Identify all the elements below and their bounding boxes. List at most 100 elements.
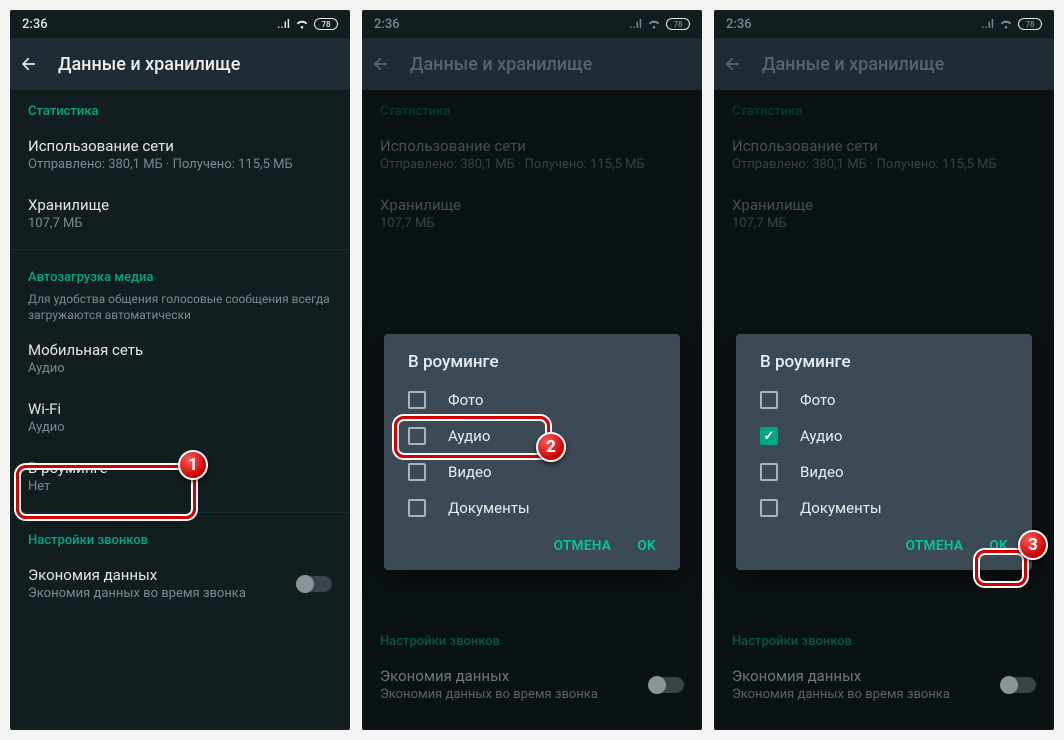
dialog-title: В роуминге <box>742 352 1026 382</box>
option-label: Документы <box>448 499 530 517</box>
item-network-usage[interactable]: Использование сети Отправлено: 380,1 МБ … <box>10 125 350 184</box>
battery-icon: 78 <box>666 18 690 30</box>
roaming-dialog: В роуминге Фото Аудио Видео Документы <box>384 334 680 570</box>
arrow-left-icon <box>372 54 390 74</box>
wifi-icon <box>999 19 1013 30</box>
wifi-icon <box>295 19 309 30</box>
item-title: В роуминге <box>28 459 332 477</box>
status-bar: 2:36 ..ıl 78 <box>714 10 1054 38</box>
item-title: Хранилище <box>28 196 332 214</box>
item-data-economy[interactable]: Экономия данных Экономия данных во время… <box>10 554 350 613</box>
item-data-economy: Экономия данных Экономия данных во время… <box>714 655 1054 714</box>
dialog-title: В роуминге <box>390 352 674 382</box>
option-label: Видео <box>448 463 492 481</box>
status-icons: ..ıl 78 <box>277 17 338 31</box>
wifi-icon <box>647 19 661 30</box>
item-sub: Экономия данных во время звонка <box>732 687 950 702</box>
section-header-calls: Настройки звонков <box>714 620 1054 655</box>
divider <box>10 249 350 250</box>
checkbox-row-audio[interactable]: Аудио <box>742 418 1026 454</box>
status-time: 2:36 <box>726 17 752 32</box>
item-title: Wi-Fi <box>28 400 332 418</box>
checkbox-icon <box>408 499 426 517</box>
arrow-left-icon <box>724 54 742 74</box>
option-label: Аудио <box>800 427 842 445</box>
item-title: Экономия данных <box>732 667 950 685</box>
status-time: 2:36 <box>374 17 400 32</box>
back-button[interactable] <box>372 55 390 73</box>
content: Статистика Использование сети Отправлено… <box>10 90 350 730</box>
item-title: Экономия данных <box>380 667 598 685</box>
battery-icon: 78 <box>314 18 338 30</box>
cancel-button[interactable]: ОТМЕНА <box>906 538 964 554</box>
section-header-autoload: Автозагрузка медиа <box>10 256 350 291</box>
checkbox-row-docs[interactable]: Документы <box>742 490 1026 526</box>
divider <box>10 512 350 513</box>
option-label: Видео <box>800 463 844 481</box>
screen-3: 2:36 ..ıl 78 Данные и хранилище Статисти… <box>714 10 1054 730</box>
content: Статистика Использование сети Отправлено… <box>714 90 1054 730</box>
checkbox-icon <box>408 427 426 445</box>
item-storage[interactable]: Хранилище 107,7 МБ <box>10 184 350 243</box>
arrow-left-icon <box>20 54 38 74</box>
back-button[interactable] <box>724 55 742 73</box>
section-header-stats: Статистика <box>10 90 350 125</box>
toggle-data-economy[interactable] <box>298 576 332 592</box>
checkbox-row-audio[interactable]: Аудио <box>390 418 674 454</box>
item-sub: Аудио <box>28 361 332 376</box>
section-header-calls: Настройки звонков <box>362 620 702 655</box>
status-bar: 2:36 ..ıl 78 <box>362 10 702 38</box>
screen-1: 2:36 ..ıl 78 Данные и хранилище Статисти… <box>10 10 350 730</box>
toggle-data-economy <box>1002 677 1036 693</box>
item-sub: 107,7 МБ <box>28 216 332 231</box>
app-bar: Данные и хранилище <box>714 38 1054 90</box>
checkbox-row-docs[interactable]: Документы <box>390 490 674 526</box>
toggle-data-economy <box>650 677 684 693</box>
item-sub: Нет <box>28 479 332 494</box>
checkbox-icon <box>760 499 778 517</box>
page-title: Данные и хранилище <box>762 54 944 75</box>
cancel-button[interactable]: ОТМЕНА <box>554 538 612 554</box>
battery-icon: 78 <box>1018 18 1042 30</box>
checkbox-row-video[interactable]: Видео <box>742 454 1026 490</box>
status-icons: ..ıl 78 <box>629 17 690 31</box>
status-time: 2:36 <box>22 17 48 32</box>
item-mobile[interactable]: Мобильная сеть Аудио <box>10 329 350 388</box>
screen-2: 2:36 ..ıl 78 Данные и хранилище Статисти… <box>362 10 702 730</box>
item-sub: Экономия данных во время звонка <box>28 586 246 601</box>
item-sub: Отправлено: 380,1 МБ · Получено: 115,5 М… <box>28 157 332 172</box>
item-title: Экономия данных <box>28 566 246 584</box>
page-title: Данные и хранилище <box>58 54 240 75</box>
item-sub: Аудио <box>28 420 332 435</box>
checkbox-row-photo[interactable]: Фото <box>742 382 1026 418</box>
option-label: Документы <box>800 499 882 517</box>
back-button[interactable] <box>20 55 38 73</box>
app-bar: Данные и хранилище <box>10 38 350 90</box>
dialog-actions: ОТМЕНА OK <box>742 526 1026 564</box>
item-sub: Экономия данных во время звонка <box>380 687 598 702</box>
section-header-calls: Настройки звонков <box>10 519 350 554</box>
roaming-dialog: В роуминге Фото Аудио Видео Документы <box>736 334 1032 570</box>
item-wifi[interactable]: Wi-Fi Аудио <box>10 388 350 447</box>
checkbox-icon <box>760 391 778 409</box>
ok-button[interactable]: OK <box>989 538 1008 554</box>
option-label: Фото <box>448 391 483 409</box>
status-bar: 2:36 ..ıl 78 <box>10 10 350 38</box>
page-title: Данные и хранилище <box>410 54 592 75</box>
content: Статистика Использование сети Отправлено… <box>362 90 702 730</box>
checkbox-icon <box>760 463 778 481</box>
checkbox-icon <box>408 391 426 409</box>
checkbox-icon <box>408 463 426 481</box>
item-title: Использование сети <box>28 137 332 155</box>
option-label: Фото <box>800 391 835 409</box>
section-desc-autoload: Для удобства общения голосовые сообщения… <box>10 291 350 329</box>
checkbox-row-photo[interactable]: Фото <box>390 382 674 418</box>
app-bar: Данные и хранилище <box>362 38 702 90</box>
checkbox-icon-checked <box>760 427 778 445</box>
option-label: Аудио <box>448 427 490 445</box>
item-roaming[interactable]: В роуминге Нет <box>10 447 350 506</box>
dialog-actions: ОТМЕНА OK <box>390 526 674 564</box>
item-title: Мобильная сеть <box>28 341 332 359</box>
checkbox-row-video[interactable]: Видео <box>390 454 674 490</box>
ok-button[interactable]: OK <box>637 538 656 554</box>
